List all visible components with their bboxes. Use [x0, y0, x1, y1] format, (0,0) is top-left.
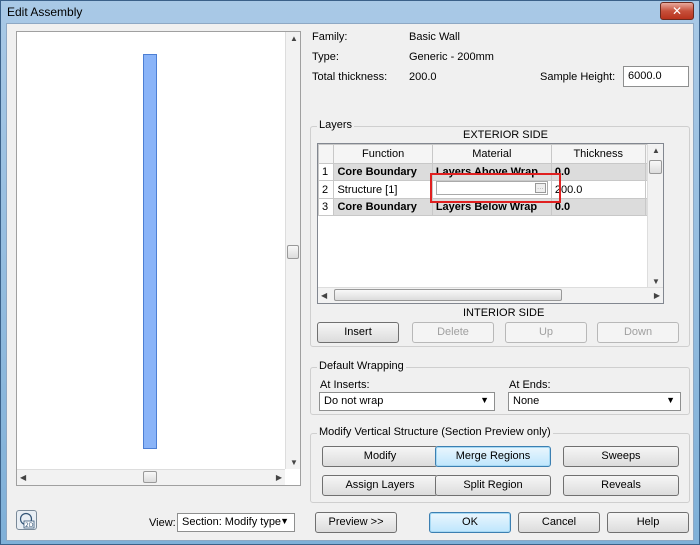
table-vertical-scrollbar[interactable]: ▲ ▼: [647, 144, 663, 288]
split-region-button[interactable]: Split Region: [435, 475, 551, 496]
cancel-button[interactable]: Cancel: [518, 512, 600, 533]
preview-hscroll-thumb[interactable]: [143, 471, 157, 483]
type-value: Generic - 200mm: [409, 51, 494, 63]
function-column-header[interactable]: Function: [333, 144, 433, 164]
thickness-cell[interactable]: 200.0: [550, 180, 646, 199]
exterior-side-label: EXTERIOR SIDE: [463, 129, 548, 141]
highlight-box: [430, 173, 561, 203]
svg-text:2D: 2D: [25, 522, 34, 529]
view-label: View:: [149, 517, 176, 529]
down-button[interactable]: Down: [597, 322, 679, 343]
section-preview-pane[interactable]: ▲ ▼ ◀ ▶: [16, 31, 301, 486]
assign-layers-button[interactable]: Assign Layers: [322, 475, 438, 496]
modify-button[interactable]: Modify: [322, 446, 438, 467]
close-button[interactable]: ✕: [660, 2, 694, 20]
type-label: Type:: [312, 51, 339, 63]
scroll-left-arrow-icon[interactable]: ◀: [321, 291, 327, 300]
wall-section-preview: [143, 54, 157, 449]
row-index: 3: [318, 198, 335, 216]
material-column-header[interactable]: Material: [431, 144, 552, 164]
chevron-down-icon: ▼: [480, 395, 489, 405]
delete-button[interactable]: Delete: [412, 322, 494, 343]
view-select[interactable]: Section: Modify type ▼: [177, 513, 295, 532]
up-button[interactable]: Up: [505, 322, 587, 343]
2d-view-toggle[interactable]: 2D: [16, 510, 37, 530]
at-ends-label: At Ends:: [509, 379, 551, 391]
scroll-down-arrow-icon[interactable]: ▼: [652, 277, 660, 286]
scroll-left-arrow-icon[interactable]: ◀: [20, 473, 26, 482]
index-column-header: [318, 144, 335, 164]
default-wrapping-title: Default Wrapping: [317, 360, 406, 372]
at-ends-value: None: [513, 395, 540, 407]
table-header-row: Function Material Thickness W: [318, 144, 663, 164]
title-bar[interactable]: Edit Assembly ✕: [1, 1, 699, 22]
edit-assembly-dialog: Edit Assembly ✕ ▲ ▼ ◀ ▶ Family: Basic Wa…: [0, 0, 700, 545]
table-horizontal-scrollbar[interactable]: ◀ ▶: [318, 287, 663, 303]
scroll-up-arrow-icon[interactable]: ▲: [652, 146, 660, 155]
chevron-down-icon: ▼: [280, 516, 289, 526]
at-inserts-value: Do not wrap: [324, 395, 384, 407]
preview-vscroll-thumb[interactable]: [287, 245, 299, 259]
sweeps-button[interactable]: Sweeps: [563, 446, 679, 467]
thickness-column-header[interactable]: Thickness: [550, 144, 646, 164]
layers-table[interactable]: Function Material Thickness W 1 Core Bou…: [317, 143, 664, 304]
thickness-cell[interactable]: 0.0: [550, 163, 646, 181]
scroll-up-arrow-icon[interactable]: ▲: [290, 34, 298, 43]
insert-button[interactable]: Insert: [317, 322, 399, 343]
dialog-client-area: ▲ ▼ ◀ ▶ Family: Basic Wall Type: Generic…: [6, 23, 694, 541]
preview-horizontal-scrollbar[interactable]: ◀ ▶: [17, 469, 285, 485]
sample-height-input[interactable]: 6000.0: [623, 66, 689, 87]
scroll-down-arrow-icon[interactable]: ▼: [290, 458, 298, 467]
at-inserts-label: At Inserts:: [320, 379, 370, 391]
at-inserts-select[interactable]: Do not wrap ▼: [319, 392, 495, 411]
table-hscroll-thumb[interactable]: [334, 289, 562, 301]
merge-regions-button[interactable]: Merge Regions: [435, 446, 551, 467]
help-button[interactable]: Help: [607, 512, 689, 533]
function-cell[interactable]: Core Boundary: [333, 198, 433, 216]
preview-button[interactable]: Preview >>: [315, 512, 397, 533]
at-ends-select[interactable]: None ▼: [508, 392, 681, 411]
total-thickness-label: Total thickness:: [312, 71, 388, 83]
layers-group-title: Layers: [317, 119, 355, 131]
total-thickness-value: 200.0: [409, 71, 437, 83]
row-index: 2: [318, 180, 335, 199]
ok-button[interactable]: OK: [429, 512, 511, 533]
interior-side-label: INTERIOR SIDE: [463, 307, 545, 319]
reveals-button[interactable]: Reveals: [563, 475, 679, 496]
scroll-right-arrow-icon[interactable]: ▶: [654, 291, 660, 300]
row-index: 1: [318, 163, 335, 181]
function-cell[interactable]: Structure [1]: [333, 180, 433, 199]
function-cell[interactable]: Core Boundary: [333, 163, 433, 181]
family-value: Basic Wall: [409, 31, 460, 43]
chevron-down-icon: ▼: [666, 395, 675, 405]
view-value: Section: Modify type: [182, 516, 282, 528]
sample-height-label: Sample Height:: [540, 71, 616, 83]
preview-vertical-scrollbar[interactable]: ▲ ▼: [285, 32, 300, 469]
window-title: Edit Assembly: [7, 5, 83, 19]
table-vscroll-thumb[interactable]: [649, 160, 662, 174]
thickness-cell[interactable]: 0.0: [550, 198, 646, 216]
2d-view-icon: 2D: [19, 512, 35, 529]
family-label: Family:: [312, 31, 348, 43]
modify-vertical-structure-title: Modify Vertical Structure (Section Previ…: [317, 426, 553, 438]
scroll-right-arrow-icon[interactable]: ▶: [276, 473, 282, 482]
